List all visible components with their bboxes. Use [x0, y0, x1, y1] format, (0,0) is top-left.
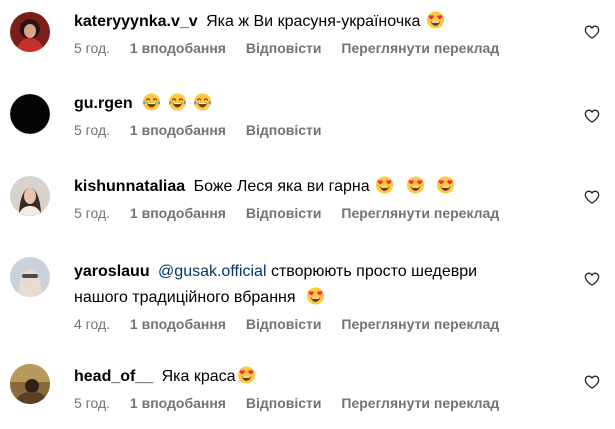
- comment-time: 4 год.: [74, 316, 111, 332]
- likes-count[interactable]: 1 вподобання: [130, 40, 226, 56]
- comment-username[interactable]: kishunnataliaa: [74, 178, 185, 195]
- reply-button[interactable]: Відповісти: [246, 122, 322, 138]
- comment-time: 5 год.: [74, 395, 111, 411]
- likes-count[interactable]: 1 вподобання: [130, 122, 226, 138]
- heart-outline-icon[interactable]: [584, 24, 600, 40]
- likes-count[interactable]: 1 вподобання: [130, 395, 226, 411]
- comment-time: 5 год.: [74, 40, 111, 56]
- reply-button[interactable]: Відповісти: [246, 316, 322, 332]
- comment-username[interactable]: yaroslauu: [74, 263, 150, 280]
- comment-username[interactable]: head_of__: [74, 368, 153, 385]
- heart-outline-icon[interactable]: [584, 271, 600, 287]
- tears-of-joy-emoji-icon: [142, 92, 161, 111]
- heart-outline-icon[interactable]: [584, 189, 600, 205]
- avatar[interactable]: [10, 12, 50, 52]
- see-translation-button[interactable]: Переглянути переклад: [341, 395, 499, 411]
- heart-eyes-emoji-icon: [237, 365, 256, 384]
- reply-button[interactable]: Відповісти: [246, 395, 322, 411]
- see-translation-button[interactable]: Переглянути переклад: [341, 40, 499, 56]
- heart-eyes-emoji-icon: [426, 10, 445, 29]
- comment-username[interactable]: kateryyynka.v_v: [74, 13, 198, 30]
- comment-text: Боже Леся яка ви гарна: [193, 178, 370, 195]
- see-translation-button[interactable]: Переглянути переклад: [341, 316, 499, 332]
- heart-eyes-emoji-icon: [406, 175, 425, 194]
- comment-time: 5 год.: [74, 205, 111, 221]
- heart-eyes-emoji-icon: [375, 175, 394, 194]
- avatar[interactable]: [10, 257, 50, 297]
- heart-outline-icon[interactable]: [584, 108, 600, 124]
- reply-button[interactable]: Відповісти: [246, 40, 322, 56]
- heart-outline-icon[interactable]: [584, 374, 600, 390]
- heart-eyes-emoji-icon: [306, 286, 325, 305]
- tears-of-joy-emoji-icon: [168, 92, 187, 111]
- avatar[interactable]: [10, 94, 50, 134]
- heart-eyes-emoji-icon: [436, 175, 455, 194]
- reply-button[interactable]: Відповісти: [246, 205, 322, 221]
- comment-username[interactable]: gu.rgen: [74, 95, 133, 112]
- comment-text: Яка ж Ви красуня-україночка: [206, 13, 421, 30]
- likes-count[interactable]: 1 вподобання: [130, 316, 226, 332]
- avatar[interactable]: [10, 176, 50, 216]
- comment-text: створюють просто шедеври: [270, 263, 478, 280]
- avatar[interactable]: [10, 364, 50, 404]
- mention-link[interactable]: @gusak.official: [158, 263, 266, 280]
- comment-text-continued: нашого традиційного вбрання: [74, 289, 296, 306]
- tears-of-joy-emoji-icon: [193, 92, 212, 111]
- see-translation-button[interactable]: Переглянути переклад: [341, 205, 499, 221]
- likes-count[interactable]: 1 вподобання: [130, 205, 226, 221]
- comment-text: Яка краса: [161, 368, 236, 385]
- comment-time: 5 год.: [74, 122, 111, 138]
